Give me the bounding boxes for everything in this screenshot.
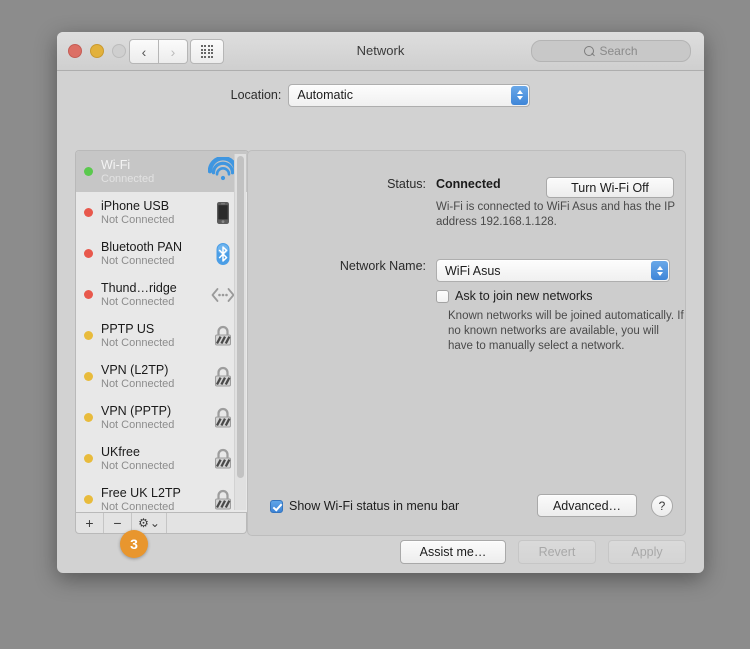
service-text: UKfree Not Connected: [101, 445, 208, 473]
ask-to-join-checkbox[interactable]: [436, 289, 449, 303]
service-list-item[interactable]: VPN (L2TP) Not Connected: [76, 356, 248, 397]
ask-to-join-label: Ask to join new networks: [455, 289, 593, 303]
service-status: Not Connected: [101, 336, 175, 349]
service-text: Thund…ridge Not Connected: [101, 281, 208, 309]
service-list-item[interactable]: PPTP US Not Connected: [76, 315, 248, 356]
service-text: Free UK L2TP Not Connected: [101, 486, 208, 514]
location-row: Location: Automatic: [57, 80, 704, 110]
chevron-down-icon: ⌄: [149, 516, 160, 530]
service-name: VPN (PPTP): [101, 403, 172, 418]
network-name-row: Network Name: WiFi Asus: [248, 259, 685, 282]
network-preferences-window: ‹ › Network Search Location: Automatic W…: [57, 32, 704, 573]
status-dot-red: [84, 208, 93, 217]
remove-service-button[interactable]: −: [104, 513, 132, 533]
status-description: Wi-Fi is connected to WiFi Asus and has …: [436, 201, 675, 228]
status-dot-yellow: [84, 454, 93, 463]
service-status: Not Connected: [101, 213, 175, 226]
service-list-item[interactable]: Wi-Fi Connected: [76, 151, 248, 192]
window-content: Wi-Fi Connected iPhone USB Not Connected Blu…: [57, 110, 704, 573]
service-status: Not Connected: [101, 254, 175, 267]
service-name: UKfree: [101, 444, 140, 459]
search-placeholder: Search: [599, 44, 638, 58]
service-name: Wi-Fi: [101, 157, 131, 172]
network-name-popup-button[interactable]: WiFi Asus: [436, 259, 670, 282]
network-name-value: WiFi Asus: [445, 263, 501, 278]
ask-to-join-row[interactable]: Ask to join new networks: [436, 289, 593, 303]
status-dot-yellow: [84, 495, 93, 504]
service-status: Not Connected: [101, 377, 175, 390]
show-status-row[interactable]: Show Wi-Fi status in menu bar: [270, 499, 459, 513]
network-name-label: Network Name:: [339, 259, 426, 273]
chevron-updown-icon: [511, 85, 529, 105]
annotation-badge: 3: [120, 530, 148, 558]
plus-icon: +: [85, 515, 94, 531]
service-name: Thund…ridge: [101, 280, 177, 295]
service-list-item[interactable]: iPhone USB Not Connected: [76, 192, 248, 233]
service-status: Connected: [101, 172, 155, 185]
service-text: Bluetooth PAN Not Connected: [101, 240, 208, 268]
status-value: Connected: [436, 177, 501, 191]
search-icon: [584, 46, 595, 56]
gear-icon: ⚙: [138, 516, 149, 530]
status-dot-red: [84, 290, 93, 299]
service-status: Not Connected: [101, 418, 175, 431]
service-text: VPN (PPTP) Not Connected: [101, 404, 208, 432]
ask-to-join-help-text: Known networks will be joined automatica…: [448, 310, 684, 352]
location-label: Location:: [230, 88, 282, 102]
service-text: PPTP US Not Connected: [101, 322, 208, 350]
location-popup-button[interactable]: Automatic: [288, 83, 531, 107]
service-list-item[interactable]: Bluetooth PAN Not Connected: [76, 233, 248, 274]
show-status-checkbox[interactable]: [270, 499, 283, 513]
status-label: Status:: [387, 177, 426, 191]
status-dot-yellow: [84, 413, 93, 422]
service-text: Wi-Fi Connected: [101, 158, 208, 186]
status-dot-yellow: [84, 331, 93, 340]
service-list: Wi-Fi Connected iPhone USB Not Connected Blu…: [75, 150, 249, 513]
minus-icon: −: [113, 515, 122, 531]
service-name: Free UK L2TP: [101, 485, 181, 500]
revert-button: Revert: [518, 540, 596, 564]
status-dot-yellow: [84, 372, 93, 381]
service-text: VPN (L2TP) Not Connected: [101, 363, 208, 391]
service-list-items: Wi-Fi Connected iPhone USB Not Connected Blu…: [76, 151, 248, 513]
show-status-label: Show Wi-Fi status in menu bar: [289, 499, 460, 513]
service-name: Bluetooth PAN: [101, 239, 183, 254]
service-text: iPhone USB Not Connected: [101, 199, 208, 227]
service-list-item[interactable]: VPN (PPTP) Not Connected: [76, 397, 248, 438]
service-status: Not Connected: [101, 295, 175, 308]
scrollbar-thumb[interactable]: [237, 156, 244, 478]
location-value: Automatic: [297, 88, 353, 102]
service-name: VPN (L2TP): [101, 362, 169, 377]
service-list-scrollbar[interactable]: [234, 154, 246, 510]
wifi-settings-panel: Status: Connected Turn Wi-Fi Off Wi-Fi i…: [247, 150, 686, 536]
status-dot-red: [84, 249, 93, 258]
window-titlebar: ‹ › Network Search: [57, 32, 704, 71]
service-list-item[interactable]: UKfree Not Connected: [76, 438, 248, 479]
apply-button: Apply: [608, 540, 686, 564]
service-name: iPhone USB: [101, 198, 170, 213]
window-footer: Assist me… Revert Apply: [400, 540, 686, 564]
turn-wifi-off-button[interactable]: Turn Wi-Fi Off: [546, 177, 674, 198]
search-field[interactable]: Search: [531, 40, 691, 62]
help-button[interactable]: ?: [651, 495, 673, 517]
service-list-item[interactable]: Free UK L2TP Not Connected: [76, 479, 248, 513]
status-row: Status: Connected Turn Wi-Fi Off: [248, 177, 685, 198]
advanced-button[interactable]: Advanced…: [537, 494, 637, 517]
assist-me-button[interactable]: Assist me…: [400, 540, 506, 564]
service-status: Not Connected: [101, 459, 175, 472]
status-dot-green: [84, 167, 93, 176]
service-name: PPTP US: [101, 321, 155, 336]
add-service-button[interactable]: +: [76, 513, 104, 533]
service-list-item[interactable]: Thund…ridge Not Connected: [76, 274, 248, 315]
chevron-updown-icon: [651, 261, 668, 280]
service-list-toolbar: + − ⚙ ⌄: [75, 512, 247, 534]
